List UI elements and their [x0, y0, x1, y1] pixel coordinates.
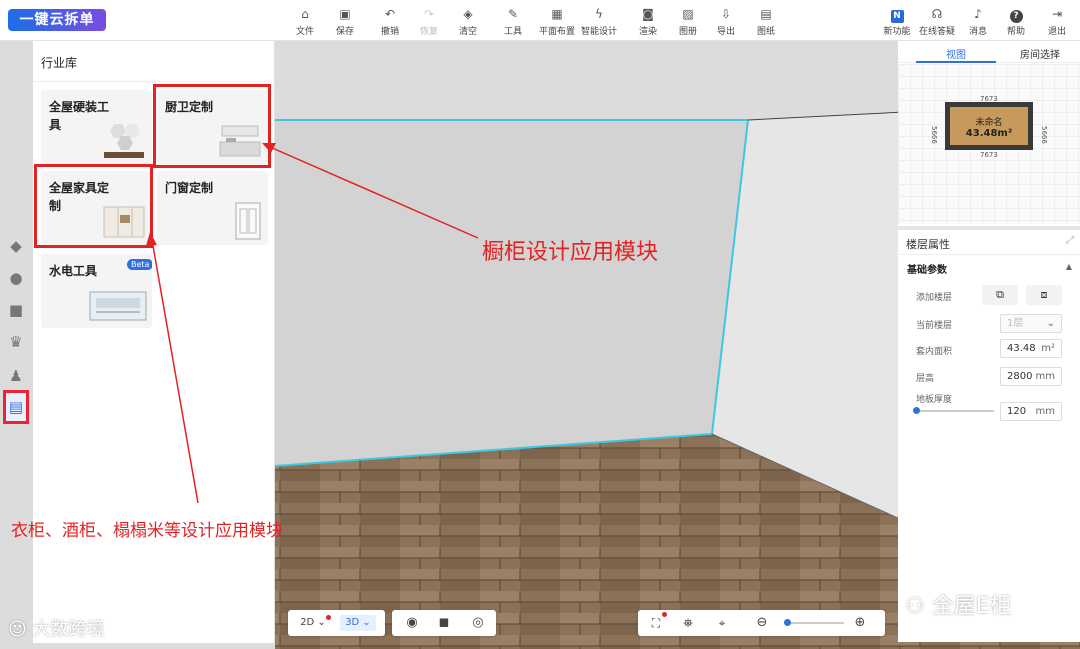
zoom-handle[interactable]: [784, 619, 791, 626]
slider-handle[interactable]: [913, 407, 920, 414]
room-area: 43.48m²: [965, 128, 1013, 139]
current-floor-select[interactable]: 1层 ⌄: [1000, 314, 1062, 333]
floor-props-title: 楼层属性: [906, 238, 950, 251]
add-floor-label: 添加楼层: [916, 293, 953, 303]
annotation-wardrobe: 衣柜、酒柜、榻榻米等设计应用模块: [11, 521, 283, 541]
inner-area-label: 套内面积: [916, 347, 953, 357]
zoom-out-icon[interactable]: ⊖: [752, 615, 772, 631]
current-floor-value: 1层: [1007, 318, 1024, 329]
notification-dot: [326, 615, 331, 620]
floor-properties-panel: 楼层属性 ⤢ 基础参数 ▲ 添加楼层 ⧉ ⧈ 当前楼层 1层 ⌄ 套内面积 43.…: [898, 230, 1080, 642]
view-mode-bar: 2D ⌄ 3D ⌄: [288, 610, 385, 636]
collapse-caret-icon[interactable]: ▲: [1066, 262, 1072, 271]
add-floor-below-button[interactable]: ⧈: [1026, 285, 1062, 305]
view-3d-button[interactable]: 3D ⌄: [340, 615, 376, 631]
notification-dot: [662, 612, 667, 617]
display-options-bar: ◉ ◼ ◎: [392, 610, 496, 636]
add-floor-above-button[interactable]: ⧉: [982, 285, 1018, 305]
inner-area-input[interactable]: 43.48 m²: [1000, 339, 1062, 358]
active-tab-indicator: [916, 61, 996, 63]
dim-right: 5666: [1040, 126, 1048, 144]
section-basic-params: 基础参数: [907, 265, 947, 276]
current-floor-label: 当前楼层: [916, 321, 953, 331]
weibo-icon: ☺: [8, 619, 33, 640]
eye-icon[interactable]: ◉: [402, 615, 422, 631]
expand-icon[interactable]: ⤢: [1066, 235, 1074, 246]
dim-bottom: 7673: [980, 151, 998, 159]
thickness-label: 地板厚度: [916, 395, 953, 405]
view-panel: 视图 房间选择 7673 未命名 43.48m² 7673 5666 5666: [898, 41, 1080, 226]
inner-area-value: 43.48: [1007, 343, 1036, 354]
dim-left: 5666: [930, 126, 938, 144]
fit-view-icon[interactable]: ⌖: [712, 615, 732, 631]
chevron-down-icon: ⌄: [1046, 318, 1055, 329]
cube-icon[interactable]: ◼: [434, 615, 454, 631]
height-value: 2800: [1007, 371, 1033, 382]
room-name: 未命名: [975, 118, 1003, 128]
thickness-slider[interactable]: [913, 407, 994, 414]
view-2d-label: 2D: [300, 617, 315, 628]
thickness-input[interactable]: 120 mm: [1000, 402, 1062, 421]
compass-icon[interactable]: ◎: [468, 615, 488, 631]
view-3d-label: 3D: [345, 617, 360, 628]
inner-area-unit: m²: [1041, 343, 1055, 354]
camera-settings-icon[interactable]: ⛯: [678, 615, 698, 631]
height-input[interactable]: 2800 mm: [1000, 367, 1062, 386]
tab-room-select[interactable]: 房间选择: [1020, 46, 1060, 61]
height-label: 层高: [916, 374, 935, 384]
watermark-right-text: 全屋E柜: [931, 594, 1012, 619]
watermark-right: ⚇ 全屋E柜: [905, 588, 1012, 620]
annotation-cabinet: 橱柜设计应用模块: [482, 240, 659, 265]
camera-roam-icon[interactable]: ⛶: [646, 615, 666, 631]
thickness-value: 120: [1007, 406, 1027, 417]
divider: [898, 254, 1080, 255]
camera-zoom-bar: ⛶ ⛯ ⌖ ⊖ ⊕: [638, 610, 885, 636]
tab-view[interactable]: 视图: [946, 46, 966, 61]
watermark-left: ☺ 大数跨境: [8, 615, 105, 641]
room-shape[interactable]: 未命名 43.48m²: [945, 102, 1033, 150]
zoom-slider[interactable]: [784, 619, 844, 626]
view-2d-button[interactable]: 2D ⌄: [296, 615, 330, 631]
watermark-left-text: 大数跨境: [32, 619, 105, 640]
view-tabs: 视图 房间选择: [898, 41, 1080, 63]
zoom-in-icon[interactable]: ⊕: [850, 615, 870, 631]
floor-plan-minimap[interactable]: 7673 未命名 43.48m² 7673 5666 5666: [898, 64, 1080, 224]
height-unit: mm: [1035, 371, 1055, 382]
wechat-icon: ⚇: [905, 594, 932, 619]
thickness-unit: mm: [1035, 406, 1055, 417]
